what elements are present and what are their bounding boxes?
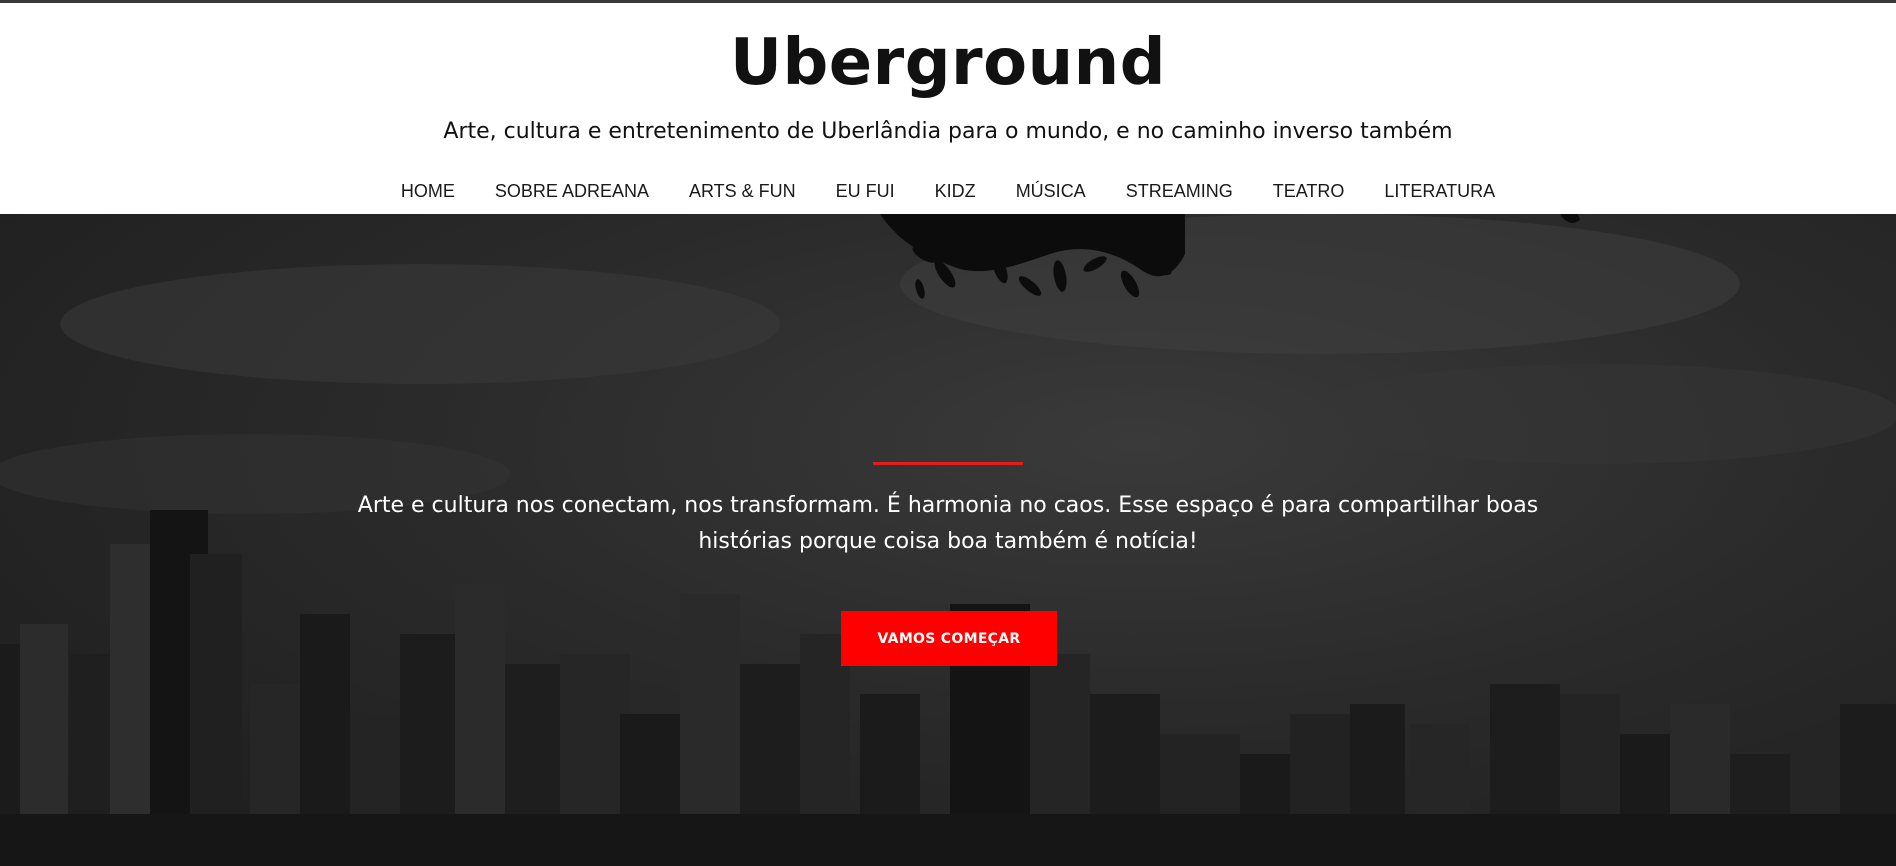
hero-section: Arte e cultura nos conectam, nos transfo… (0, 214, 1896, 866)
nav-item-arts-fun[interactable]: ARTS & FUN (689, 173, 796, 209)
site-header: Uberground Arte, cultura e entreteniment… (0, 3, 1896, 214)
accent-divider (873, 462, 1023, 465)
nav-item-home[interactable]: HOME (401, 173, 455, 209)
nav-item-musica[interactable]: MÚSICA (1016, 173, 1086, 209)
nav-item-sobre-adreana[interactable]: SOBRE ADREANA (495, 173, 649, 209)
vamos-comecar-button[interactable]: VAMOS COMEÇAR (841, 611, 1057, 666)
site-title[interactable]: Uberground (0, 23, 1896, 103)
nav-item-teatro[interactable]: TEATRO (1273, 173, 1345, 209)
nav-item-literatura[interactable]: LITERATURA (1384, 173, 1495, 209)
nav-item-eu-fui[interactable]: EU FUI (836, 173, 895, 209)
main-nav: HOME SOBRE ADREANA ARTS & FUN EU FUI KID… (0, 173, 1896, 209)
hero-content: Arte e cultura nos conectam, nos transfo… (0, 214, 1896, 866)
hero-text: Arte e cultura nos conectam, nos transfo… (357, 493, 1539, 554)
site-tagline: Arte, cultura e entretenimento de Uberlâ… (443, 119, 1453, 144)
nav-item-streaming[interactable]: STREAMING (1126, 173, 1233, 209)
nav-item-kidz[interactable]: KIDZ (935, 173, 976, 209)
